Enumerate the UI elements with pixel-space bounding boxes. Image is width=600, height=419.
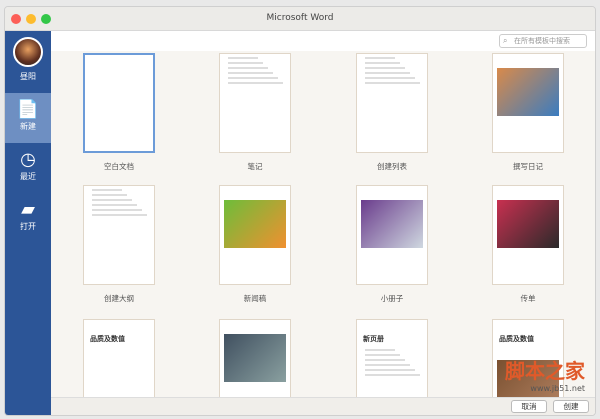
folder-icon: ▰: [21, 199, 35, 220]
template-label: 空白文档: [104, 162, 134, 171]
template-label: 创建列表: [377, 162, 407, 171]
template-image: [497, 68, 559, 116]
text-line: [365, 62, 400, 64]
template-heading: 品质及数值: [90, 335, 125, 343]
template-label: 笔记: [247, 162, 263, 171]
text-line: [228, 57, 258, 59]
template-thumbnail[interactable]: [83, 53, 155, 153]
text-line: [365, 67, 405, 69]
template-thumbnail[interactable]: [83, 185, 155, 285]
text-line: [92, 199, 132, 201]
watermark-text: 脚本之家: [505, 359, 585, 383]
text-line: [365, 354, 400, 356]
sidebar-item-label: 昼阳: [20, 72, 36, 81]
text-line: [365, 349, 395, 351]
template-label: 撰写日记: [513, 162, 543, 171]
template-thumbnail[interactable]: [219, 53, 291, 153]
clock-icon: ◷: [20, 149, 36, 170]
text-line: [365, 82, 420, 84]
text-line: [228, 77, 278, 79]
template-thumbnail[interactable]: [356, 53, 428, 153]
search-bar-area: ⌕ 在所有模板中搜索: [51, 31, 595, 51]
bottom-bar: 取消 创建: [51, 397, 595, 415]
sidebar-item-label: 最近: [20, 172, 36, 181]
template-label: 创建大纲: [104, 294, 134, 303]
template-image: [361, 200, 423, 248]
text-line: [365, 77, 415, 79]
text-line: [92, 204, 137, 206]
text-line: [228, 62, 263, 64]
sidebar-item-recent[interactable]: ◷ 最近: [5, 143, 51, 193]
sidebar-item-open[interactable]: ▰ 打开: [5, 193, 51, 243]
text-line: [365, 369, 415, 371]
avatar: [13, 37, 43, 67]
template-heading: 品质及数值: [499, 335, 534, 343]
text-line: [365, 72, 410, 74]
watermark: 脚本之家 www.jb51.net: [505, 355, 585, 393]
template-thumbnail[interactable]: [492, 53, 564, 153]
template-label: 传单: [520, 294, 536, 303]
word-window: Microsoft Word 昼阳 📄 新建 ◷ 最近 ▰ 打开 ⌕ 在所有模板…: [4, 6, 596, 416]
new-document-icon: 📄: [16, 99, 40, 120]
sidebar-item-label: 新建: [20, 122, 36, 131]
template-thumbnail[interactable]: [219, 185, 291, 285]
text-line: [365, 57, 395, 59]
text-line: [92, 209, 142, 211]
text-line: [228, 72, 273, 74]
title-bar: Microsoft Word: [5, 7, 595, 31]
text-line: [228, 82, 283, 84]
template-heading: 新页册: [363, 335, 384, 343]
text-line: [92, 214, 147, 216]
watermark-url: www.jb51.net: [530, 384, 585, 393]
template-image: [224, 200, 286, 248]
search-icon: ⌕: [503, 36, 508, 45]
text-line: [92, 189, 122, 191]
text-line: [228, 67, 268, 69]
sidebar-item-label: 打开: [20, 222, 36, 231]
text-line: [365, 359, 405, 361]
search-placeholder: 在所有模板中搜索: [514, 37, 570, 45]
search-input[interactable]: ⌕ 在所有模板中搜索: [499, 34, 587, 48]
text-line: [92, 194, 127, 196]
template-image: [497, 200, 559, 248]
sidebar-item-account[interactable]: 昼阳: [5, 31, 51, 93]
template-thumbnail[interactable]: [356, 185, 428, 285]
text-line: [365, 364, 410, 366]
template-thumbnail[interactable]: [492, 185, 564, 285]
window-title: Microsoft Word: [266, 13, 334, 23]
sidebar-item-new[interactable]: 📄 新建: [5, 93, 51, 143]
text-line: [365, 374, 420, 376]
sidebar: 昼阳 📄 新建 ◷ 最近 ▰ 打开: [5, 31, 51, 415]
template-label: 小册子: [380, 294, 404, 303]
cancel-button[interactable]: 取消: [511, 400, 547, 413]
create-button[interactable]: 创建: [553, 400, 589, 413]
template-image: [224, 334, 286, 382]
template-label: 新闻稿: [243, 294, 267, 303]
template-grid: 空白文档 笔记 创建列表 撰写日记创建大纲 新闻稿 小册子 传单品质及数值 新页册 品质及数值: [51, 51, 595, 415]
